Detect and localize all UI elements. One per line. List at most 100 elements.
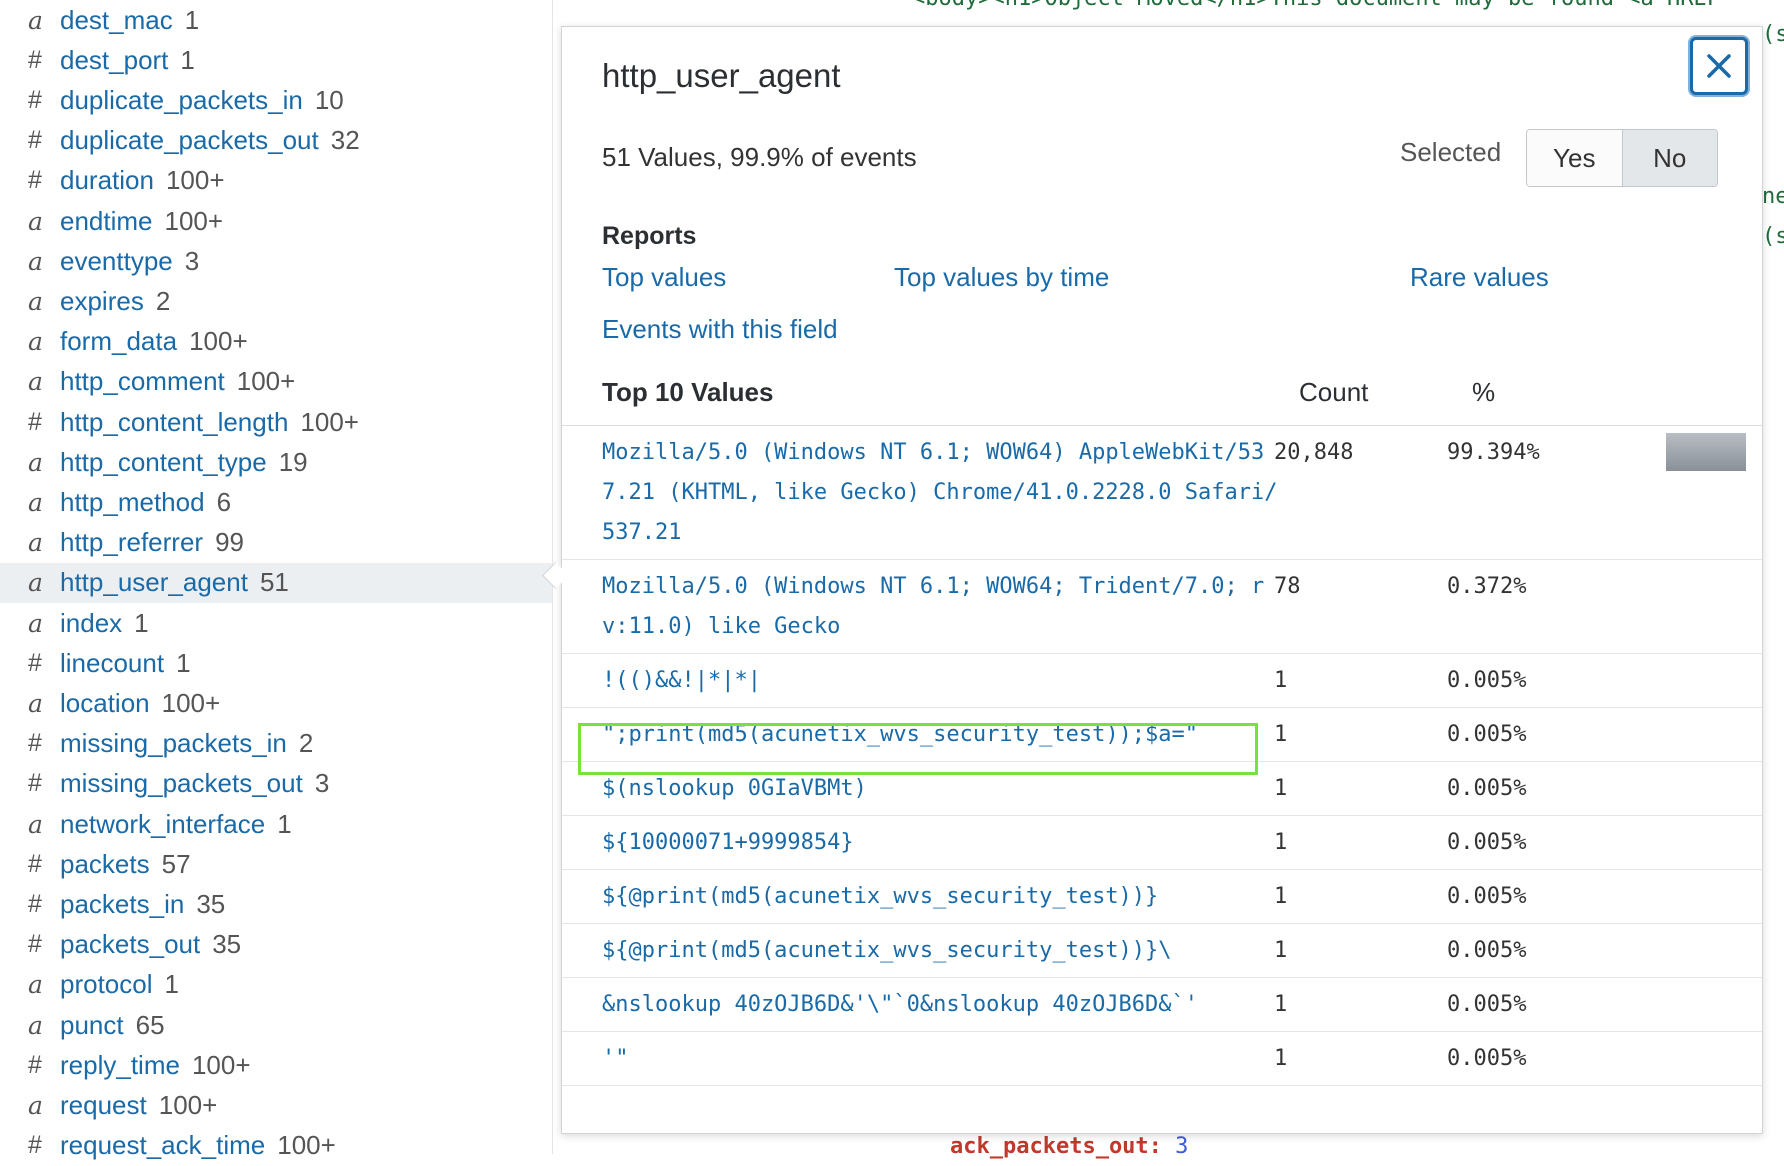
string-type-icon: a <box>28 447 43 477</box>
sidebar-field-network-interface[interactable]: a network_interface 1 <box>0 804 552 844</box>
field-name: http_user_agent <box>60 567 248 598</box>
field-name: packets <box>60 848 150 879</box>
value-percent: 0.005% <box>1447 722 1527 747</box>
value-percent: 0.005% <box>1447 1046 1527 1071</box>
sidebar-field-location[interactable]: a location 100+ <box>0 683 552 723</box>
field-value-count: 100+ <box>165 165 225 196</box>
numeric-type-icon: # <box>28 849 42 878</box>
top-value-link[interactable]: Mozilla/5.0 (Windows NT 6.1; WOW64) Appl… <box>602 433 1282 553</box>
sidebar-field-index[interactable]: a index 1 <box>0 603 552 643</box>
sidebar-field-request-ack-time[interactable]: # request_ack_time 100+ <box>0 1126 552 1166</box>
string-type-icon: a <box>28 1090 43 1120</box>
values-summary: 51 Values, 99.9% of events <box>602 142 917 172</box>
header-count: Count <box>1299 377 1369 407</box>
percent-bar <box>1666 433 1746 471</box>
field-value-count: 100+ <box>189 326 248 357</box>
field-value-count: 99 <box>215 527 244 558</box>
fields-sidebar: a dest_mac 1 # dest_port 1 # duplicate_packets_… <box>0 0 553 1160</box>
sidebar-field-http-content-type[interactable]: a http_content_type 19 <box>0 442 552 482</box>
table-row: !(()&&!|*|*| 1 0.005% <box>562 653 1762 708</box>
sidebar-field-reply-time[interactable]: # reply_time 100+ <box>0 1045 552 1085</box>
sidebar-field-dest-mac[interactable]: a dest_mac 1 <box>0 0 552 40</box>
sidebar-field-missing-packets-in[interactable]: # missing_packets_in 2 <box>0 724 552 764</box>
selected-toggle: Yes No <box>1526 129 1718 187</box>
table-row: ${10000071+9999854} 1 0.005% <box>562 815 1762 870</box>
string-type-icon: a <box>28 206 43 236</box>
sidebar-field-http-method[interactable]: a http_method 6 <box>0 482 552 522</box>
top-value-link[interactable]: ${@print(md5(acunetix_wvs_security_test)… <box>602 931 1282 971</box>
top-value-link[interactable]: '" <box>602 1039 1282 1079</box>
sidebar-field-protocol[interactable]: a protocol 1 <box>0 965 552 1005</box>
event-field-key: ack_packets_out: 3 <box>950 1134 1189 1159</box>
value-count: 1 <box>1274 776 1288 801</box>
sidebar-field-dest-port[interactable]: # dest_port 1 <box>0 40 552 80</box>
top-values-by-time-link[interactable]: Top values by time <box>894 262 1109 293</box>
field-name: endtime <box>60 205 153 236</box>
field-value-count: 1 <box>184 4 200 35</box>
value-count: 1 <box>1274 1046 1288 1071</box>
top-value-link[interactable]: $(nslookup 0GIaVBMt) <box>602 769 1282 809</box>
table-row: ${@print(md5(acunetix_wvs_security_test)… <box>562 869 1762 924</box>
field-value-count: 51 <box>259 567 289 598</box>
value-count: 20,848 <box>1274 440 1354 465</box>
sidebar-field-duration[interactable]: # duration 100+ <box>0 161 552 201</box>
sidebar-field-linecount[interactable]: # linecount 1 <box>0 643 552 683</box>
numeric-type-icon: # <box>28 930 42 959</box>
sidebar-field-packets[interactable]: # packets 57 <box>0 844 552 884</box>
numeric-type-icon: # <box>28 85 42 114</box>
field-value-count: 35 <box>212 929 242 960</box>
top-value-link[interactable]: ${10000071+9999854} <box>602 823 1282 863</box>
field-value-count: 100+ <box>236 366 296 397</box>
field-value-count: 2 <box>155 285 171 316</box>
sidebar-field-duplicate-packets-out[interactable]: # duplicate_packets_out 32 <box>0 121 552 161</box>
event-raw-text: <body><h1>Object Moved</h1>This document… <box>912 0 1720 11</box>
sidebar-field-http-content-length[interactable]: # http_content_length 100+ <box>0 402 552 442</box>
sidebar-field-duplicate-packets-in[interactable]: # duplicate_packets_in 10 <box>0 80 552 120</box>
field-name: http_method <box>60 486 205 517</box>
numeric-type-icon: # <box>28 889 42 918</box>
sidebar-field-http-comment[interactable]: a http_comment 100+ <box>0 362 552 402</box>
field-name: missing_packets_out <box>60 768 303 799</box>
sidebar-field-missing-packets-out[interactable]: # missing_packets_out 3 <box>0 764 552 804</box>
top-value-link[interactable]: Mozilla/5.0 (Windows NT 6.1; WOW64; Trid… <box>602 567 1282 647</box>
field-name: missing_packets_in <box>60 728 287 759</box>
rare-values-link[interactable]: Rare values <box>1410 262 1549 293</box>
field-value-count: 1 <box>176 647 191 678</box>
string-type-icon: a <box>28 367 43 397</box>
selected-yes-button[interactable]: Yes <box>1527 130 1622 186</box>
string-type-icon: a <box>28 327 43 357</box>
field-name: packets_out <box>60 929 201 960</box>
field-value-count: 1 <box>180 44 195 75</box>
value-percent: 0.372% <box>1447 574 1527 599</box>
sidebar-field-expires[interactable]: a expires 2 <box>0 281 552 321</box>
field-name: duration <box>60 165 154 196</box>
top-value-link[interactable]: &nslookup 40zOJB6D&'\"`0&nslookup 40zOJB… <box>602 985 1282 1025</box>
field-name: index <box>60 607 123 638</box>
top-values-link[interactable]: Top values <box>602 262 726 293</box>
selected-no-button[interactable]: No <box>1621 130 1717 186</box>
numeric-type-icon: # <box>28 407 42 436</box>
event-raw-text-fragment: ne <box>1762 184 1784 209</box>
sidebar-field-http-user-agent[interactable]: a http_user_agent 51 <box>0 562 552 603</box>
sidebar-field-eventtype[interactable]: a eventtype 3 <box>0 241 552 281</box>
top-value-link[interactable]: ";print(md5(acunetix_wvs_security_test))… <box>602 715 1282 755</box>
sidebar-field-form-data[interactable]: a form_data 100+ <box>0 322 552 362</box>
value-percent: 0.005% <box>1447 938 1527 963</box>
field-name: dest_port <box>60 44 169 75</box>
sidebar-field-endtime[interactable]: a endtime 100+ <box>0 201 552 241</box>
events-with-field-link[interactable]: Events with this field <box>602 314 838 345</box>
string-type-icon: a <box>28 809 43 839</box>
sidebar-field-packets-out[interactable]: # packets_out 35 <box>0 925 552 965</box>
sidebar-field-request[interactable]: a request 100+ <box>0 1085 552 1125</box>
top-value-link[interactable]: !(()&&!|*|*| <box>602 661 1282 701</box>
top-value-link[interactable]: ${@print(md5(acunetix_wvs_security_test)… <box>602 877 1282 917</box>
table-row: Mozilla/5.0 (Windows NT 6.1; WOW64) Appl… <box>562 425 1762 560</box>
field-value-count: 1 <box>277 808 292 839</box>
value-count: 1 <box>1274 992 1288 1017</box>
sidebar-field-http-referrer[interactable]: a http_referrer 99 <box>0 523 552 563</box>
field-value-count: 2 <box>298 728 314 759</box>
close-button[interactable] <box>1690 37 1748 95</box>
sidebar-field-packets-in[interactable]: # packets_in 35 <box>0 884 552 924</box>
field-value-count: 19 <box>278 446 308 477</box>
sidebar-field-punct[interactable]: a punct 65 <box>0 1005 552 1045</box>
